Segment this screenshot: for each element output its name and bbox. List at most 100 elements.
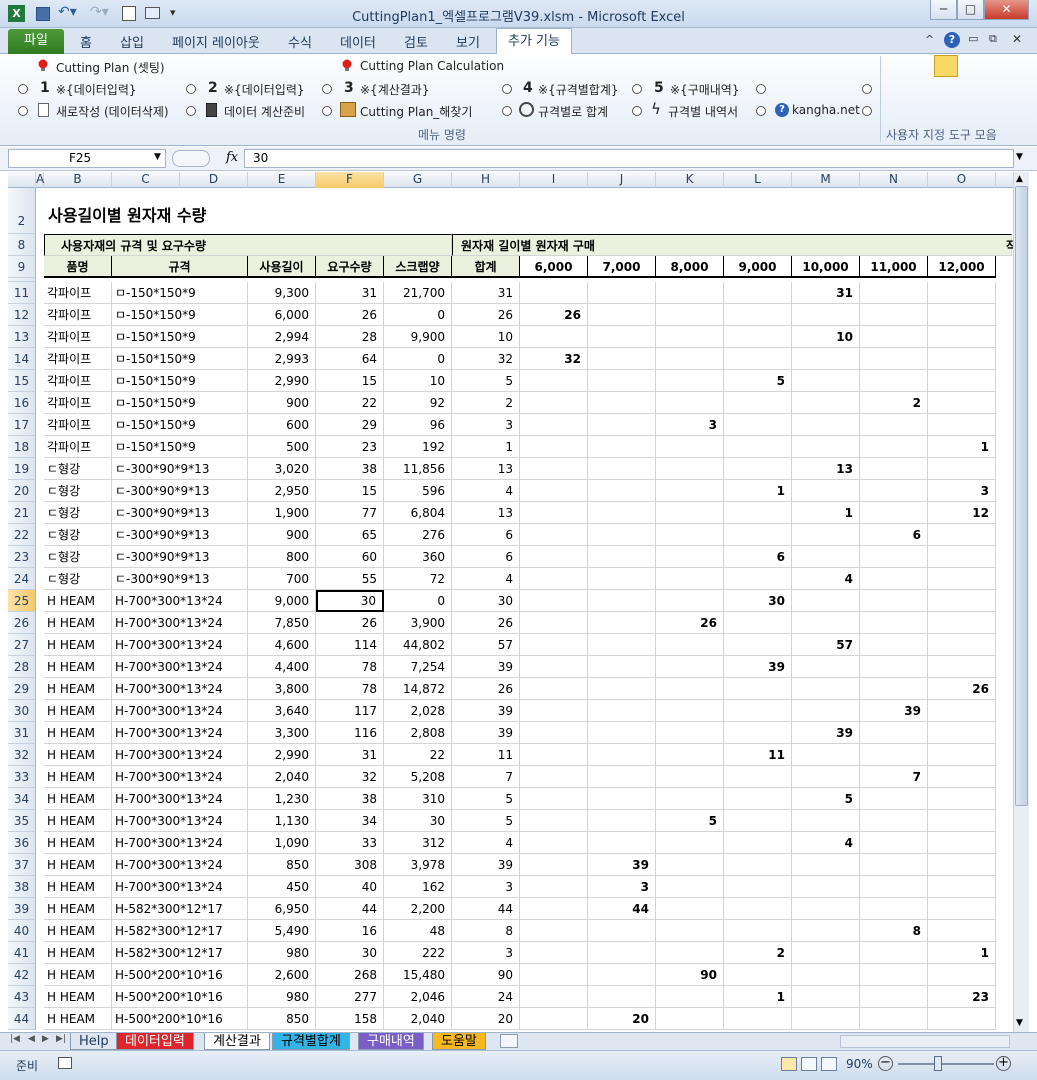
stock-qty-cell[interactable]: 26 [656,612,724,634]
length-cell[interactable]: 6,000 [248,304,316,326]
stock-qty-cell[interactable]: 5 [724,370,792,392]
stock-qty-cell[interactable] [520,392,588,414]
normal-view-icon[interactable] [781,1057,797,1071]
stock-qty-cell[interactable] [724,436,792,458]
length-cell[interactable]: 800 [248,546,316,568]
required-qty-cell[interactable]: 30 [316,590,384,612]
stock-qty-cell[interactable] [860,502,928,524]
stock-qty-cell[interactable] [656,546,724,568]
stock-qty-cell[interactable] [928,920,996,942]
stock-qty-cell[interactable]: 26 [928,678,996,700]
stock-qty-cell[interactable] [792,656,860,678]
stock-qty-cell[interactable] [588,524,656,546]
row-header[interactable]: 42 [8,964,36,986]
stock-qty-cell[interactable] [792,590,860,612]
row-header[interactable]: 19 [8,458,36,480]
new-sheet-button[interactable]: 새로작성 (데이터삭제) [56,103,169,120]
row-header[interactable]: 20 [8,480,36,502]
stock-qty-cell[interactable] [656,480,724,502]
stock-qty-cell[interactable] [724,700,792,722]
row-header[interactable]: 17 [8,414,36,436]
page-break-view-icon[interactable] [821,1057,837,1071]
required-qty-cell[interactable]: 26 [316,612,384,634]
length-cell[interactable]: 600 [248,414,316,436]
stock-qty-cell[interactable] [520,1008,588,1030]
stock-qty-cell[interactable] [656,326,724,348]
stock-qty-cell[interactable] [588,348,656,370]
item-name-cell[interactable]: H HEAM [44,832,112,854]
doc-restore-icon[interactable]: ⧉ [989,32,997,46]
stock-qty-cell[interactable] [928,964,996,986]
row-header[interactable]: 14 [8,348,36,370]
radio-site[interactable] [756,106,766,116]
row-header[interactable]: 34 [8,788,36,810]
row-header[interactable]: 28 [8,656,36,678]
stock-qty-cell[interactable] [656,986,724,1008]
stock-qty-cell[interactable] [724,458,792,480]
stock-qty-cell[interactable] [656,590,724,612]
stock-qty-cell[interactable] [520,546,588,568]
length-cell[interactable]: 1,090 [248,832,316,854]
scrap-cell[interactable]: 310 [384,788,452,810]
length-cell[interactable]: 2,990 [248,370,316,392]
scrap-cell[interactable]: 2,200 [384,898,452,920]
stock-qty-cell[interactable] [928,414,996,436]
required-qty-cell[interactable]: 34 [316,810,384,832]
total-cell[interactable]: 30 [452,590,520,612]
total-cell[interactable]: 5 [452,370,520,392]
length-cell[interactable]: 2,950 [248,480,316,502]
stock-qty-cell[interactable] [928,326,996,348]
stock-qty-cell[interactable] [588,656,656,678]
length-cell[interactable]: 2,600 [248,964,316,986]
stock-qty-cell[interactable] [928,722,996,744]
stock-qty-cell[interactable] [860,370,928,392]
row-header[interactable]: 25 [8,590,36,612]
stock-qty-cell[interactable] [724,304,792,326]
stock-qty-cell[interactable]: 1 [928,942,996,964]
scrap-cell[interactable]: 222 [384,942,452,964]
sheet-tab-4[interactable]: 구매내역 [358,1033,424,1050]
stock-qty-cell[interactable] [588,480,656,502]
stock-qty-cell[interactable] [520,722,588,744]
tab-formulas[interactable]: 수식 [288,32,312,51]
stock-qty-cell[interactable] [656,656,724,678]
insert-sheet-icon[interactable] [500,1034,518,1048]
cp-calculation-button[interactable]: Cutting Plan Calculation [360,59,504,73]
stock-qty-cell[interactable] [588,942,656,964]
stock-qty-cell[interactable] [792,370,860,392]
stock-qty-cell[interactable] [928,370,996,392]
stock-qty-cell[interactable] [724,722,792,744]
row-header[interactable]: 38 [8,876,36,898]
required-qty-cell[interactable]: 158 [316,1008,384,1030]
stock-qty-cell[interactable]: 44 [588,898,656,920]
required-qty-cell[interactable]: 15 [316,370,384,392]
stock-qty-cell[interactable] [588,700,656,722]
total-cell[interactable]: 6 [452,546,520,568]
spec-cell[interactable]: ㅁ-150*150*9 [112,326,248,348]
stock-qty-cell[interactable]: 20 [588,1008,656,1030]
stock-qty-cell[interactable] [724,282,792,304]
length-cell[interactable]: 6,950 [248,898,316,920]
stock-qty-cell[interactable] [588,788,656,810]
stock-qty-cell[interactable] [724,854,792,876]
total-cell[interactable]: 1 [452,436,520,458]
total-cell[interactable]: 3 [452,942,520,964]
spec-cell[interactable]: ㄷ-300*90*9*13 [112,568,248,590]
item-name-cell[interactable]: H HEAM [44,722,112,744]
stock-qty-cell[interactable] [724,810,792,832]
stock-qty-cell[interactable] [656,524,724,546]
item-name-cell[interactable]: H HEAM [44,678,112,700]
stock-qty-cell[interactable] [520,788,588,810]
length-cell[interactable]: 850 [248,854,316,876]
cp-setting-button[interactable]: Cutting Plan (셋팅) [56,59,165,76]
stock-qty-cell[interactable] [520,590,588,612]
item-name-cell[interactable]: 각파이프 [44,392,112,414]
stock-qty-cell[interactable] [520,766,588,788]
row-header[interactable]: 30 [8,700,36,722]
stock-qty-cell[interactable] [724,766,792,788]
stock-qty-cell[interactable]: 23 [928,986,996,1008]
stock-qty-cell[interactable] [928,458,996,480]
required-qty-cell[interactable]: 44 [316,898,384,920]
stock-qty-cell[interactable] [520,700,588,722]
name-box[interactable]: F25 [8,149,166,168]
